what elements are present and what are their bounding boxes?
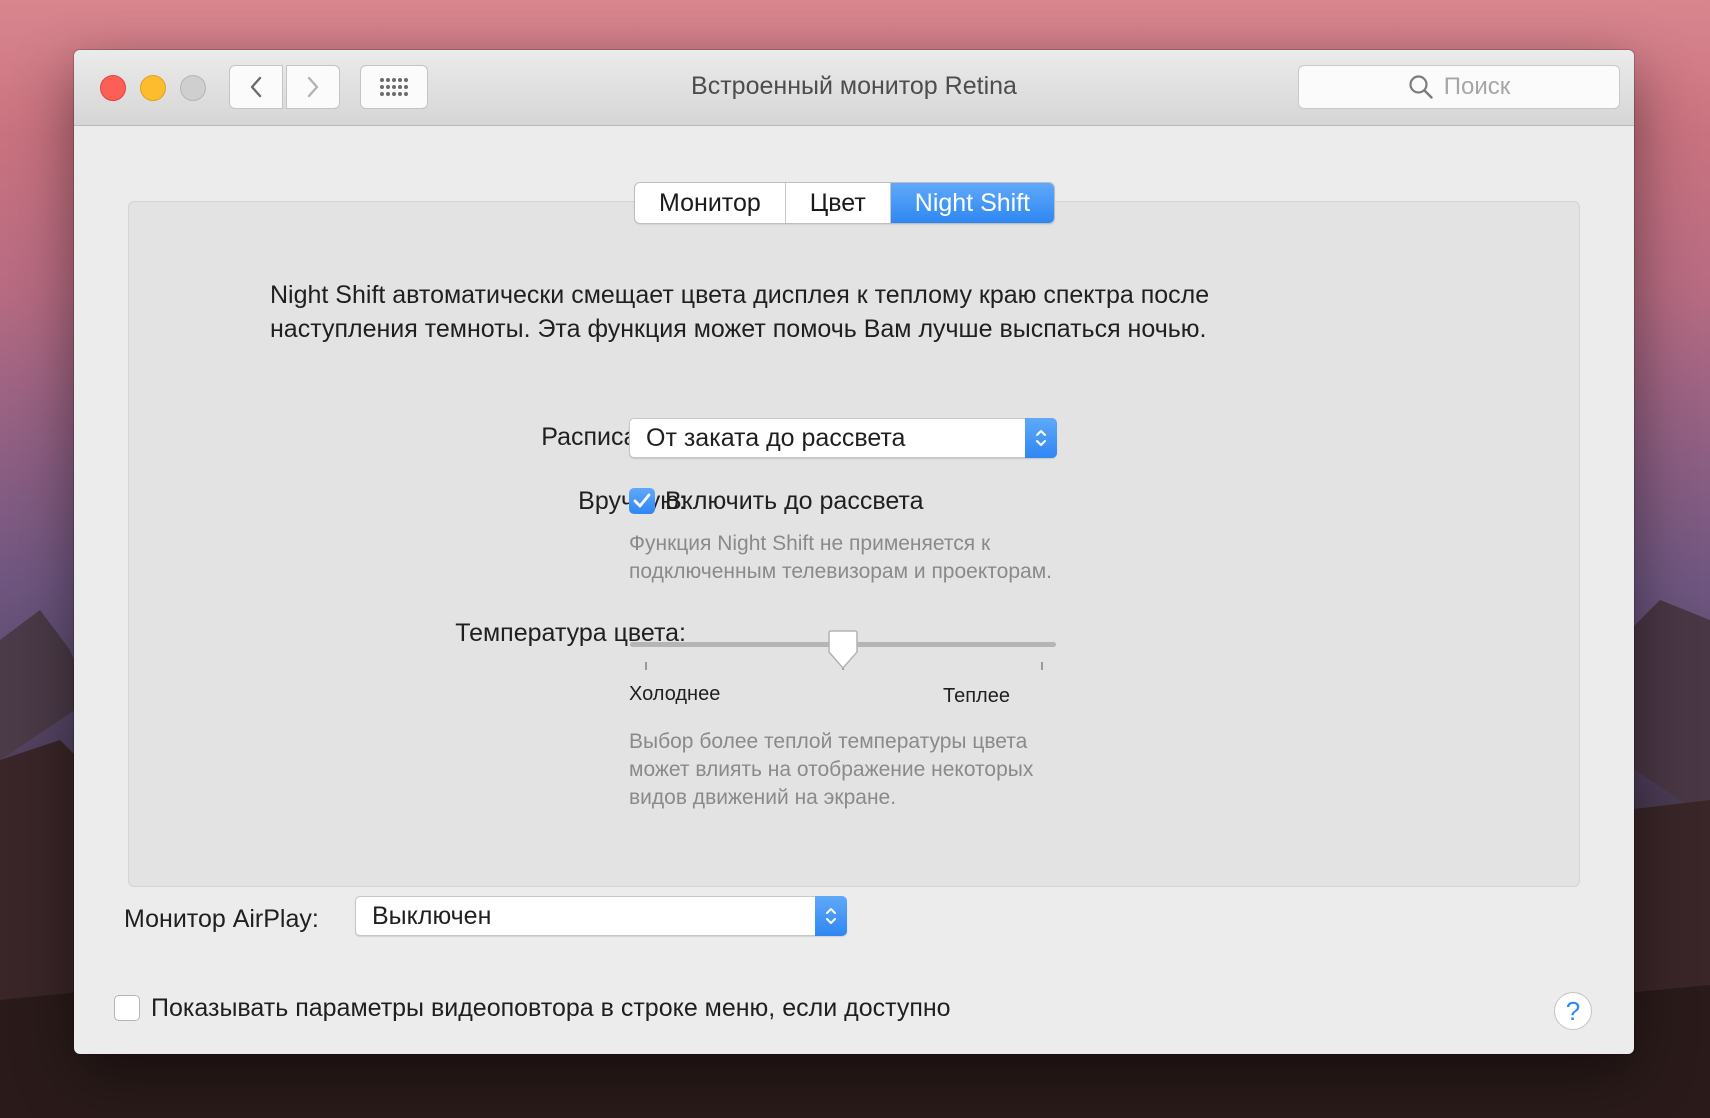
checkmark-icon	[633, 493, 651, 508]
manual-checkbox[interactable]	[629, 488, 655, 514]
tab-bar: Монитор Цвет Night Shift	[634, 182, 1056, 224]
search-placeholder: Поиск	[1443, 73, 1511, 100]
temperature-slider-thumb[interactable]	[825, 630, 861, 674]
warmer-label: Теплее	[943, 685, 1010, 707]
manual-checkbox-label: Включить до рассвета	[665, 487, 924, 515]
select-arrows-icon	[1025, 418, 1057, 458]
tab-night-shift[interactable]: Night Shift	[890, 183, 1055, 223]
tab-color[interactable]: Цвет	[786, 183, 891, 223]
cooler-label: Холоднее	[629, 683, 721, 705]
schedule-value: От заката до рассвета	[646, 423, 906, 452]
mirroring-checkbox-label: Показывать параметры видеоповтора в стро…	[151, 994, 951, 1022]
schedule-select[interactable]: От заката до рассвета	[629, 418, 1057, 458]
slider-tick	[645, 662, 647, 670]
slider-tick	[1041, 662, 1043, 670]
airplay-label: Монитор AirPlay:	[124, 905, 319, 933]
airplay-select[interactable]: Выключен	[355, 896, 847, 936]
search-icon	[1408, 74, 1434, 100]
mirroring-checkbox[interactable]	[114, 995, 140, 1021]
preferences-window: Встроенный монитор Retina Поиск Монитор …	[74, 50, 1634, 1054]
temperature-note: Выбор более теплой температуры цвета мож…	[629, 730, 1034, 809]
search-field[interactable]: Поиск	[1298, 65, 1620, 109]
select-arrows-icon	[815, 896, 847, 936]
titlebar: Встроенный монитор Retina Поиск	[74, 50, 1634, 126]
help-button[interactable]: ?	[1554, 992, 1592, 1030]
tab-monitor[interactable]: Монитор	[635, 183, 786, 223]
manual-note: Функция Night Shift не применяется к под…	[629, 532, 1052, 583]
night-shift-description: Night Shift автоматически смещает цвета …	[270, 281, 1210, 343]
airplay-value: Выключен	[372, 901, 492, 930]
